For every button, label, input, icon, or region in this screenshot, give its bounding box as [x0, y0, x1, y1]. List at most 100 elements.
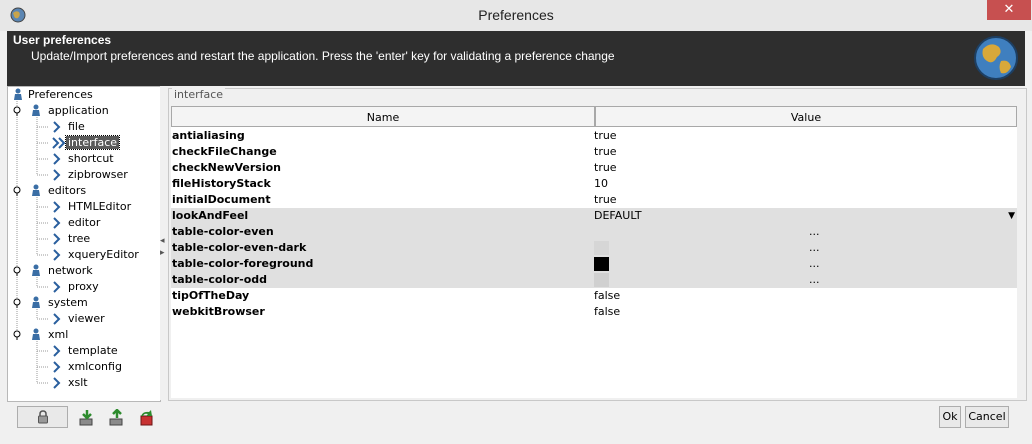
chevron-right-icon — [53, 121, 61, 133]
color-swatch[interactable] — [594, 225, 609, 239]
preference-name: lookAndFeel — [172, 209, 249, 222]
expand-toggle-icon[interactable] — [12, 266, 22, 276]
color-picker-button[interactable]: ... — [809, 256, 820, 272]
chevron-right-icon — [53, 377, 61, 389]
ok-button[interactable]: Ok — [939, 406, 961, 428]
preference-value[interactable]: true — [594, 144, 617, 160]
look-and-feel-select[interactable]: DEFAULT — [594, 208, 642, 224]
table-row[interactable]: webkitBrowser false — [171, 304, 1017, 320]
preference-value[interactable]: true — [594, 128, 617, 144]
preference-name: table-color-foreground — [172, 257, 314, 270]
chevron-right-icon — [53, 217, 61, 229]
table-row[interactable]: initialDocument true — [171, 192, 1017, 208]
tree-group-application[interactable]: application — [46, 103, 111, 119]
tree-item-shortcut[interactable]: shortcut — [66, 151, 116, 167]
preference-value[interactable]: true — [594, 192, 617, 208]
expand-toggle-icon[interactable] — [12, 106, 22, 116]
header-description: Update/Import preferences and restart th… — [31, 49, 615, 63]
table-row[interactable]: antialiasing true — [171, 128, 1017, 144]
preference-name: antialiasing — [172, 129, 245, 142]
lock-icon — [37, 410, 48, 424]
expand-toggle-icon[interactable] — [12, 330, 22, 340]
table-row[interactable]: table-color-even... — [171, 224, 1017, 240]
table-row[interactable]: lookAndFeel DEFAULT ▼ — [171, 208, 1017, 224]
preference-name: table-color-even-dark — [172, 241, 307, 254]
tree-item-zipbrowser[interactable]: zipbrowser — [66, 167, 130, 183]
tree-group-system[interactable]: system — [46, 295, 90, 311]
chevron-right-icon — [53, 345, 61, 357]
color-swatch[interactable] — [594, 273, 609, 287]
preference-node-icon — [32, 264, 40, 276]
preference-value[interactable]: false — [594, 304, 620, 320]
tree-group-network[interactable]: network — [46, 263, 95, 279]
preference-name: webkitBrowser — [172, 305, 265, 318]
chevron-right-icon — [53, 281, 61, 293]
tree-item-editor[interactable]: editor — [66, 215, 102, 231]
globe-icon — [974, 36, 1018, 80]
preference-value[interactable]: false — [594, 288, 620, 304]
table-row[interactable]: checkFileChange true — [171, 144, 1017, 160]
tree-group-xml[interactable]: xml — [46, 327, 70, 343]
preference-name: checkNewVersion — [172, 161, 281, 174]
color-picker-button[interactable]: ... — [809, 224, 820, 240]
chevron-right-icon — [53, 313, 61, 325]
tree-lines — [16, 101, 48, 384]
preferences-header: User preferences Update/Import preferenc… — [7, 31, 1025, 86]
color-swatch[interactable] — [594, 241, 609, 255]
reset-icon[interactable] — [138, 409, 156, 427]
tree-item-template[interactable]: template — [66, 343, 120, 359]
preference-node-icon — [32, 328, 40, 340]
tree-item-xqueryEditor[interactable]: xqueryEditor — [66, 247, 141, 263]
chevron-right-icon — [53, 153, 61, 165]
chevron-right-icon — [53, 201, 61, 213]
tree-item-interface[interactable]: interface — [64, 135, 121, 151]
table-row[interactable]: fileHistoryStack 10 — [171, 176, 1017, 192]
chevron-right-icon — [53, 249, 61, 261]
chevron-right-icon — [53, 361, 61, 373]
tree-item-HTMLEditor[interactable]: HTMLEditor — [66, 199, 133, 215]
title-bar: Preferences ✕ — [0, 0, 1032, 31]
lock-button[interactable] — [17, 406, 68, 428]
preferences-table[interactable]: Name Value antialiasing true checkFileChan… — [171, 106, 1017, 398]
dropdown-arrow-icon[interactable]: ▼ — [1008, 208, 1015, 224]
tree-item-file[interactable]: file — [66, 119, 87, 135]
table-row[interactable]: table-color-even-dark... — [171, 240, 1017, 256]
splitter[interactable]: ◂ ▸ — [160, 86, 167, 400]
double-chevron-icon — [52, 137, 66, 149]
table-row[interactable]: tipOfTheDay false — [171, 288, 1017, 304]
import-icon[interactable] — [78, 409, 96, 427]
chevron-right-icon — [53, 169, 61, 181]
color-picker-button[interactable]: ... — [809, 240, 820, 256]
tree-item-tree[interactable]: tree — [66, 231, 92, 247]
preference-node-icon — [32, 184, 40, 196]
cancel-button[interactable]: Cancel — [965, 406, 1009, 428]
column-header-name[interactable]: Name — [171, 106, 595, 127]
tree-item-xslt[interactable]: xslt — [66, 375, 90, 391]
preference-value[interactable]: 10 — [594, 176, 608, 192]
table-row[interactable]: checkNewVersion true — [171, 160, 1017, 176]
table-row[interactable]: table-color-foreground... — [171, 256, 1017, 272]
header-title: User preferences — [13, 33, 112, 47]
preference-value[interactable]: true — [594, 160, 617, 176]
chevron-right-icon — [53, 233, 61, 245]
close-button[interactable]: ✕ — [987, 0, 1031, 20]
tree-item-proxy[interactable]: proxy — [66, 279, 101, 295]
table-row[interactable]: table-color-odd... — [171, 272, 1017, 288]
group-title: interface — [172, 88, 226, 101]
preference-name: initialDocument — [172, 193, 271, 206]
expand-toggle-icon[interactable] — [12, 186, 22, 196]
preferences-tree[interactable]: Preferences application file interface shor… — [7, 86, 161, 402]
preference-name: checkFileChange — [172, 145, 277, 158]
export-icon[interactable] — [108, 409, 126, 427]
preference-node-icon — [32, 296, 40, 308]
column-header-value[interactable]: Value — [595, 106, 1017, 127]
window-title: Preferences — [478, 7, 554, 23]
preference-name: tipOfTheDay — [172, 289, 250, 302]
tree-item-xmlconfig[interactable]: xmlconfig — [66, 359, 124, 375]
tree-item-viewer[interactable]: viewer — [66, 311, 107, 327]
expand-toggle-icon[interactable] — [12, 298, 22, 308]
color-swatch[interactable] — [594, 257, 609, 271]
preference-name: fileHistoryStack — [172, 177, 271, 190]
color-picker-button[interactable]: ... — [809, 272, 820, 288]
tree-group-editors[interactable]: editors — [46, 183, 88, 199]
